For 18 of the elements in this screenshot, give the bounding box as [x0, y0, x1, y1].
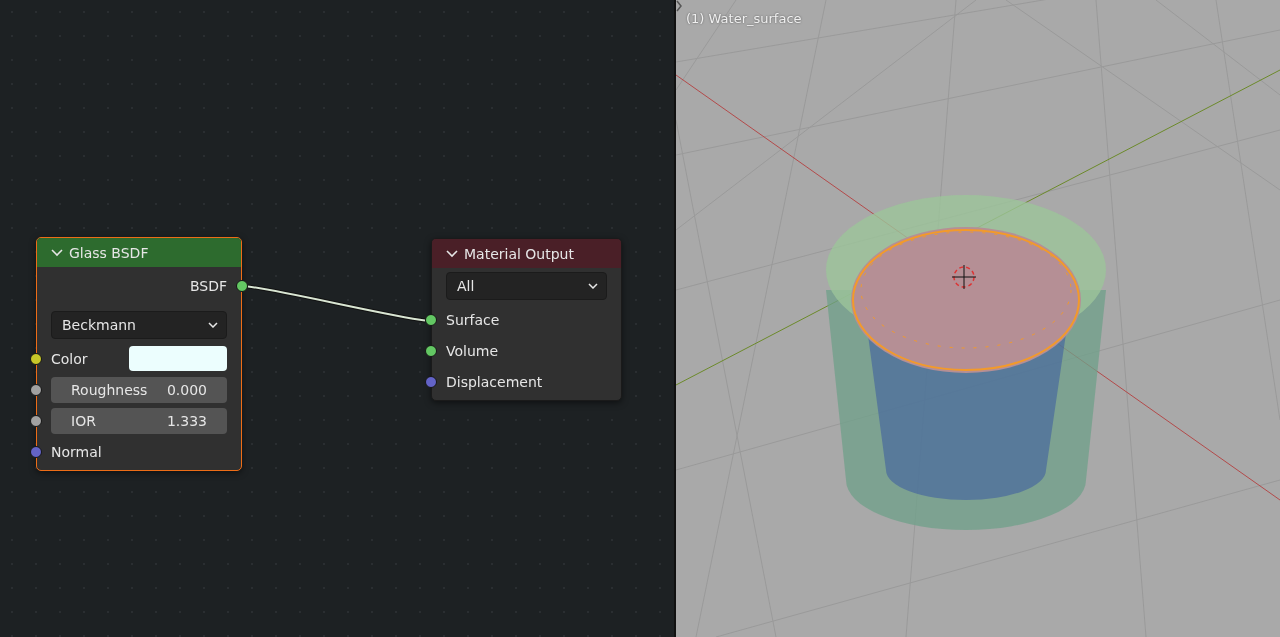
number-field[interactable]: IOR 1.333 — [51, 407, 227, 434]
node-header[interactable]: Glass BSDF — [37, 238, 241, 267]
socket-label: BSDF — [189, 277, 227, 294]
node-header[interactable]: Material Output — [432, 239, 621, 268]
color-swatch[interactable] — [129, 346, 227, 371]
caret-icon — [588, 283, 598, 289]
socket-label: Displacement — [446, 373, 543, 390]
mode-dropdown[interactable]: All — [446, 272, 607, 300]
collapse-chevron-icon[interactable] — [446, 249, 458, 258]
socket-label: Color — [51, 350, 88, 367]
socket-label: Normal — [51, 443, 102, 460]
caret-icon — [208, 322, 218, 328]
object-label: (1) Water_surface — [686, 11, 802, 26]
collapse-chevron-icon[interactable] — [51, 248, 63, 257]
number-field[interactable]: Roughness 0.000 — [51, 376, 227, 403]
socket-label: Volume — [446, 342, 499, 359]
socket-label: Surface — [446, 311, 500, 328]
mode-dropdown[interactable]: Beckmann — [51, 311, 227, 339]
